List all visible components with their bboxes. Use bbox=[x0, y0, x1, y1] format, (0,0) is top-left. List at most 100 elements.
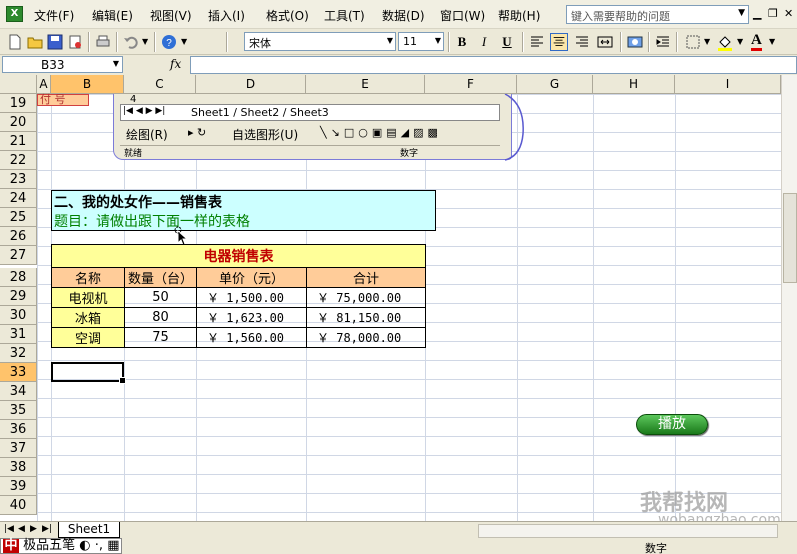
borders-dropdown-icon[interactable]: ▼ bbox=[704, 37, 710, 46]
excel-app-icon[interactable]: X bbox=[6, 6, 23, 22]
chevron-down-icon[interactable]: ▼ bbox=[113, 59, 119, 68]
menu-help[interactable]: 帮助(H) bbox=[498, 7, 540, 24]
menu-edit[interactable]: 编辑(E) bbox=[92, 7, 133, 24]
column-header-b[interactable]: B bbox=[51, 75, 124, 94]
align-center-icon[interactable] bbox=[550, 33, 568, 51]
menu-view[interactable]: 视图(V) bbox=[150, 7, 192, 24]
row-header[interactable]: 23 bbox=[0, 170, 37, 189]
close-icon[interactable]: ✕ bbox=[784, 7, 793, 20]
save-icon[interactable] bbox=[46, 33, 64, 51]
row-header[interactable]: 29 bbox=[0, 287, 37, 306]
print-icon[interactable] bbox=[94, 33, 112, 51]
formula-input[interactable] bbox=[190, 56, 797, 74]
row-header[interactable]: 34 bbox=[0, 382, 37, 401]
ime-moon-icon[interactable]: ◐ bbox=[79, 538, 94, 553]
ime-punct-icon[interactable]: ·, bbox=[95, 538, 103, 553]
column-header-a[interactable]: A bbox=[37, 75, 51, 94]
menu-insert[interactable]: 插入(I) bbox=[208, 7, 245, 24]
new-document-icon[interactable] bbox=[6, 33, 24, 51]
align-left-icon[interactable] bbox=[528, 33, 546, 51]
column-header-i[interactable]: I bbox=[675, 75, 781, 94]
undo-dropdown-icon[interactable]: ▼ bbox=[142, 37, 148, 46]
column-header-d[interactable]: D bbox=[196, 75, 306, 94]
play-button[interactable]: 播放 bbox=[636, 414, 708, 435]
fill-color-dropdown-icon[interactable]: ▼ bbox=[737, 37, 743, 46]
row-header[interactable]: 21 bbox=[0, 132, 37, 151]
row-header[interactable]: 26 bbox=[0, 227, 37, 246]
row-header[interactable]: 20 bbox=[0, 113, 37, 132]
sales-table-title: 电器销售表 bbox=[51, 244, 426, 268]
help-dropdown-icon[interactable]: ▼ bbox=[181, 37, 187, 46]
row-header[interactable]: 36 bbox=[0, 420, 37, 439]
next-sheet-icon[interactable]: ▶ bbox=[30, 524, 37, 534]
row-header[interactable]: 38 bbox=[0, 458, 37, 477]
column-header-g[interactable]: G bbox=[517, 75, 593, 94]
permission-icon[interactable] bbox=[66, 33, 84, 51]
vertical-scrollbar[interactable] bbox=[781, 75, 797, 521]
borders-icon[interactable] bbox=[684, 33, 702, 51]
column-header-c[interactable]: C bbox=[124, 75, 196, 94]
indent-icon[interactable] bbox=[654, 33, 672, 51]
table-row: 空调 75 ￥ 1,560.00 ￥ 78,000.00 bbox=[51, 327, 426, 348]
open-folder-icon[interactable] bbox=[26, 33, 44, 51]
status-mode: 数字 bbox=[645, 542, 667, 554]
active-cell-b33[interactable] bbox=[51, 362, 126, 384]
font-color-icon[interactable]: A bbox=[751, 32, 762, 51]
dropdown-arrow-icon[interactable]: ▼ bbox=[738, 8, 745, 18]
row-header[interactable]: 32 bbox=[0, 344, 37, 363]
row-header[interactable]: 31 bbox=[0, 325, 37, 344]
name-box[interactable]: B33 ▼ bbox=[2, 56, 123, 73]
undo-icon[interactable] bbox=[122, 33, 140, 51]
toolbar-separator bbox=[522, 32, 524, 52]
column-header-e[interactable]: E bbox=[306, 75, 425, 94]
row-header[interactable]: 40 bbox=[0, 496, 37, 515]
first-sheet-icon[interactable]: |◀ bbox=[4, 524, 14, 534]
sheet-tab-sheet1[interactable]: Sheet1 bbox=[58, 522, 120, 538]
chevron-down-icon[interactable]: ▼ bbox=[387, 36, 393, 45]
help-icon[interactable]: ? bbox=[160, 33, 178, 51]
row-header[interactable]: 28 bbox=[0, 268, 37, 287]
row-header[interactable]: 24 bbox=[0, 189, 37, 208]
align-right-icon[interactable] bbox=[573, 33, 591, 51]
row-header[interactable]: 22 bbox=[0, 151, 37, 170]
chevron-down-icon[interactable]: ▼ bbox=[435, 36, 441, 45]
row-header[interactable]: 19 bbox=[0, 94, 37, 113]
restore-icon[interactable]: ❐ bbox=[768, 7, 778, 20]
row-header[interactable]: 25 bbox=[0, 208, 37, 227]
row-header[interactable]: 39 bbox=[0, 477, 37, 496]
underline-button[interactable]: U bbox=[497, 33, 517, 51]
merge-center-icon[interactable] bbox=[596, 33, 614, 51]
column-header-f[interactable]: F bbox=[425, 75, 517, 94]
ime-keyboard-icon[interactable]: ▦ bbox=[107, 538, 119, 553]
ime-toolbar[interactable]: 中 极品五笔 ◐ ·, ▦ bbox=[0, 538, 123, 554]
bold-button[interactable]: B bbox=[452, 33, 472, 51]
row-header[interactable]: 33 bbox=[0, 363, 37, 382]
menu-format[interactable]: 格式(O) bbox=[266, 7, 309, 24]
scrollbar-thumb[interactable] bbox=[783, 193, 797, 283]
help-question-input[interactable]: 键入需要帮助的问题 ▼ bbox=[566, 5, 749, 24]
row-header[interactable]: 35 bbox=[0, 401, 37, 420]
row-header[interactable]: 27 bbox=[0, 246, 37, 265]
prev-sheet-icon[interactable]: ◀ bbox=[18, 524, 25, 534]
menu-tools[interactable]: 工具(T) bbox=[324, 7, 365, 24]
column-header-h[interactable]: H bbox=[593, 75, 675, 94]
italic-button[interactable]: I bbox=[474, 33, 494, 51]
menu-data[interactable]: 数据(D) bbox=[382, 7, 425, 24]
font-size-select[interactable]: 11 ▼ bbox=[398, 32, 444, 51]
embedded-excel-picture[interactable]: 4 |◀ ◀ ▶ ▶| Sheet1 / Sheet2 / Sheet3 绘图(… bbox=[113, 94, 512, 160]
insert-function-icon[interactable]: fx bbox=[170, 57, 181, 71]
select-all-corner[interactable] bbox=[0, 75, 37, 94]
font-color-dropdown-icon[interactable]: ▼ bbox=[769, 37, 775, 46]
last-sheet-icon[interactable]: ▶| bbox=[42, 524, 52, 534]
minimize-icon[interactable]: ▁ bbox=[753, 7, 761, 20]
font-name-select[interactable]: 宋体 ▼ bbox=[244, 32, 396, 51]
menu-file[interactable]: 文件(F) bbox=[34, 7, 74, 24]
currency-format-icon[interactable] bbox=[626, 33, 644, 51]
fill-color-icon[interactable] bbox=[716, 33, 734, 51]
product-price: ￥ 1,623.00 bbox=[196, 307, 307, 328]
font-name-value: 宋体 bbox=[249, 37, 271, 50]
menu-window[interactable]: 窗口(W) bbox=[440, 7, 485, 24]
row-header[interactable]: 30 bbox=[0, 306, 37, 325]
row-header[interactable]: 37 bbox=[0, 439, 37, 458]
horizontal-scrollbar[interactable] bbox=[478, 524, 778, 538]
